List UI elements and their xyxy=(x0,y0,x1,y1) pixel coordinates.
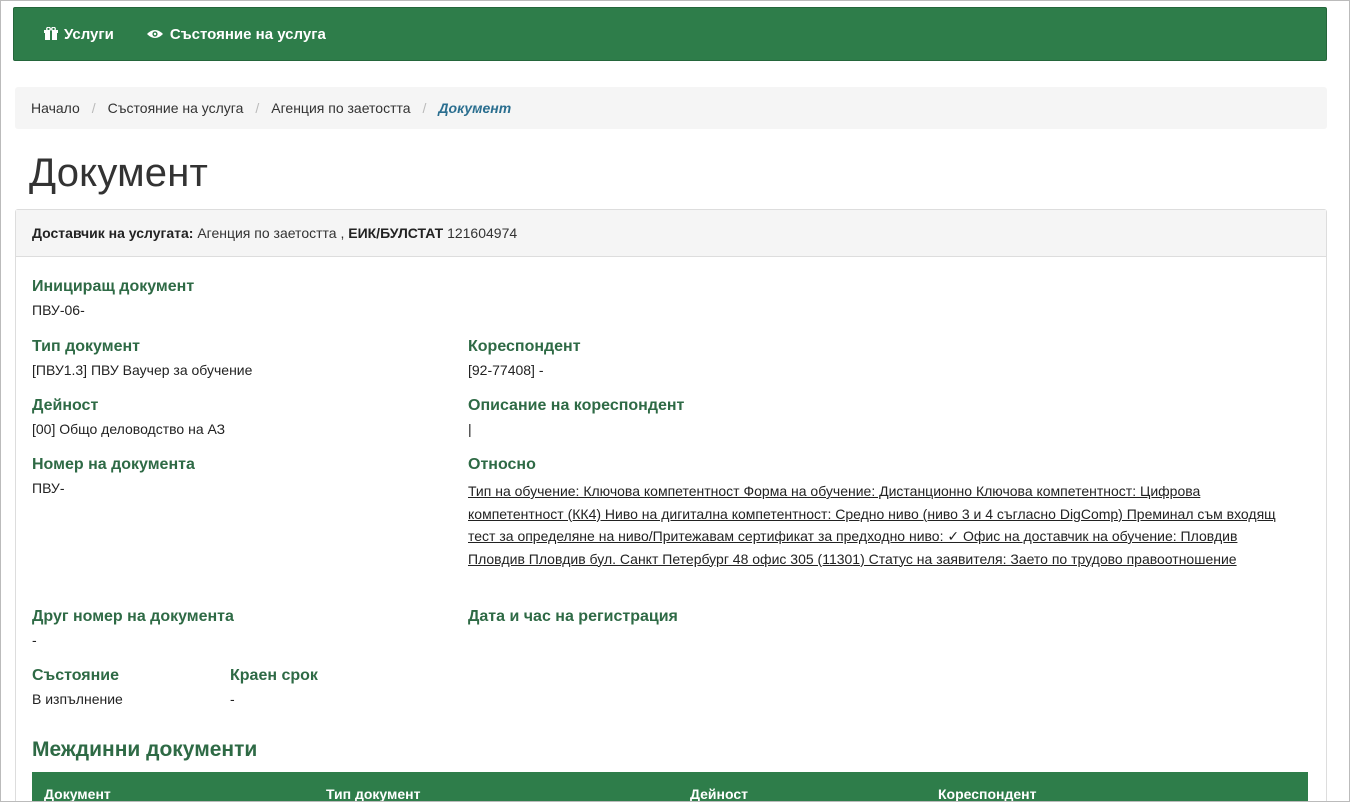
field-doc-type: Тип документ [ПВУ1.3] ПВУ Ваучер за обуч… xyxy=(32,338,252,378)
column-header-activity[interactable]: Дейност xyxy=(690,786,748,801)
nav-services[interactable]: Услуги xyxy=(44,26,114,43)
field-value: - xyxy=(32,632,37,648)
field-deadline: Краен срок - xyxy=(230,667,318,707)
intermediate-docs-table-header: Документ Тип документ Дейност Кореспонде… xyxy=(32,772,1308,801)
field-label: Инициращ документ xyxy=(32,278,195,295)
eik-label: ЕИК/БУЛСТАТ xyxy=(348,225,444,241)
field-value: [00] Общо деловодство на АЗ xyxy=(32,421,226,437)
field-value: ПВУ-06- xyxy=(32,302,85,318)
field-label: Дата и час на регистрация xyxy=(468,608,678,625)
breadcrumb-separator: / xyxy=(255,100,260,116)
field-label: Състояние xyxy=(32,667,120,684)
breadcrumb-separator: / xyxy=(422,100,427,116)
field-value: [92-77408] - xyxy=(468,362,544,378)
provider-label: Доставчик на услугата: xyxy=(32,225,194,241)
provider-name: Агенция по заетостта , xyxy=(197,225,345,241)
top-navbar: Услуги Състояние на услуга xyxy=(13,7,1327,61)
gift-icon xyxy=(44,27,58,40)
field-initiating-doc: Инициращ документ ПВУ-06- xyxy=(32,278,194,318)
field-correspondent: Кореспондент [92-77408] - xyxy=(468,338,581,378)
column-header-doc-type[interactable]: Тип документ xyxy=(326,786,420,801)
field-label: Краен срок xyxy=(230,667,318,684)
field-other-number: Друг номер на документа - xyxy=(32,608,234,648)
regarding-link[interactable]: Тип на обучение: Ключова компетентност Ф… xyxy=(468,480,1298,570)
field-regarding: Относно Тип на обучение: Ключова компете… xyxy=(468,456,1298,570)
field-value: | xyxy=(468,421,472,437)
breadcrumb-home[interactable]: Начало xyxy=(31,100,80,116)
nav-services-label: Услуги xyxy=(64,25,114,43)
intermediate-docs-title: Междинни документи xyxy=(32,738,258,761)
eye-icon xyxy=(146,30,163,38)
breadcrumb-service-status[interactable]: Състояние на услуга xyxy=(108,100,244,116)
breadcrumb-current: Документ xyxy=(438,100,512,116)
field-label: Относно xyxy=(468,456,536,473)
breadcrumb: Начало / Състояние на услуга / Агенция п… xyxy=(15,87,1327,129)
field-value: ПВУ- xyxy=(32,480,65,496)
field-label: Кореспондент xyxy=(468,338,581,355)
column-header-correspondent[interactable]: Кореспондент xyxy=(938,786,1037,801)
field-value: - xyxy=(230,691,235,707)
field-label: Дейност xyxy=(32,397,99,414)
field-label: Друг номер на документа xyxy=(32,608,234,625)
page-frame: Услуги Състояние на услуга Начало / Съст… xyxy=(0,0,1350,802)
breadcrumb-separator: / xyxy=(91,100,96,116)
field-value: В изпълнение xyxy=(32,691,123,707)
breadcrumb-agency[interactable]: Агенция по заетостта xyxy=(271,100,410,116)
field-activity: Дейност [00] Общо деловодство на АЗ xyxy=(32,397,225,437)
column-header-document[interactable]: Документ xyxy=(44,786,111,801)
provider-heading: Доставчик на услугата: Агенция по заетос… xyxy=(16,210,1326,257)
field-label: Описание на кореспондент xyxy=(468,397,685,414)
field-registered-at: Дата и час на регистрация xyxy=(468,608,678,632)
field-label: Тип документ xyxy=(32,338,140,355)
nav-service-status[interactable]: Състояние на услуга xyxy=(146,26,326,43)
page-title: Документ xyxy=(29,151,209,195)
document-panel: Доставчик на услугата: Агенция по заетос… xyxy=(15,209,1327,801)
field-correspondent-desc: Описание на кореспондент | xyxy=(468,397,684,437)
eik-value: 121604974 xyxy=(447,225,518,241)
nav-service-status-label: Състояние на услуга xyxy=(169,25,326,43)
field-label: Номер на документа xyxy=(32,456,195,473)
field-value: [ПВУ1.3] ПВУ Ваучер за обучение xyxy=(32,362,253,378)
field-state: Състояние В изпълнение xyxy=(32,667,123,707)
field-doc-number: Номер на документа ПВУ- xyxy=(32,456,195,496)
